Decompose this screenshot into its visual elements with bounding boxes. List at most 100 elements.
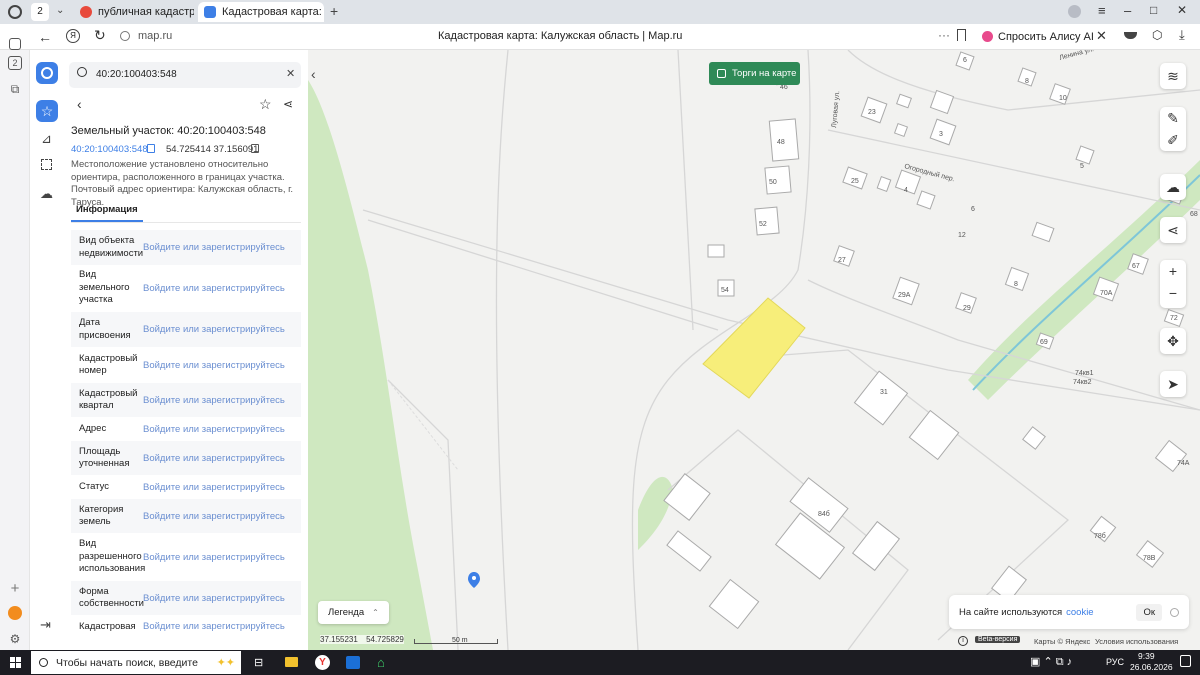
browser-sidebar: 2 ⧉ + ⚙ xyxy=(0,38,30,650)
location-description: Местоположение установлено относительно … xyxy=(71,159,294,208)
task-view-icon[interactable]: ⊟ xyxy=(254,656,263,669)
tab-counter[interactable]: 2 xyxy=(31,3,49,21)
login-link[interactable]: Войдите или зарегистрируйтесь xyxy=(143,511,285,522)
outlook-icon[interactable] xyxy=(346,656,360,669)
map-view[interactable]: 6 8 10 46 23 3 48 5 50 25 4 6 52 12 27 5… xyxy=(308,50,1200,650)
coordinates: 54.725414 37.156091 xyxy=(166,144,259,155)
search-input[interactable]: 40:20:100403:548 xyxy=(96,69,177,80)
tray-icons[interactable]: ▣ ⌃ ⧉ ♪ xyxy=(1030,655,1072,669)
login-link[interactable]: Войдите или зарегистрируйтесь xyxy=(143,283,285,294)
login-link[interactable]: Войдите или зарегистрируйтесь xyxy=(143,242,285,253)
windows-start-icon[interactable] xyxy=(10,657,21,668)
login-link[interactable]: Войдите или зарегистрируйтесь xyxy=(143,482,285,493)
login-link[interactable]: Войдите или зарегистрируйтесь xyxy=(143,593,285,604)
pan-button[interactable]: ✥ xyxy=(1160,328,1186,354)
explorer-icon[interactable] xyxy=(285,657,298,667)
clear-search-icon[interactable]: ✕ xyxy=(286,67,295,80)
torgi-button[interactable]: Торги на карте xyxy=(709,62,800,85)
mapru-logo-icon[interactable] xyxy=(36,62,58,84)
profile-icon[interactable] xyxy=(1068,5,1081,18)
history-icon[interactable] xyxy=(8,5,22,19)
copy-icon[interactable] xyxy=(147,144,155,153)
back-icon[interactable]: ← xyxy=(38,29,52,45)
legend-label: Легенда xyxy=(328,607,365,618)
taskbar-search[interactable]: Чтобы начать поиск, введите ✦✦ xyxy=(31,651,241,674)
object-panel: 40:20:100403:548 ✕ ‹ ☆ ⋖ Земельный участ… xyxy=(63,50,308,650)
upload-button[interactable]: ☁ xyxy=(1160,174,1186,200)
row-label: Площадь уточненная xyxy=(79,445,130,470)
login-link[interactable]: Войдите или зарегистрируйтесь xyxy=(143,552,285,563)
bookmark-icon[interactable] xyxy=(957,29,966,41)
home-app-icon[interactable]: ⌂ xyxy=(377,655,385,670)
site-info-icon[interactable] xyxy=(120,31,130,41)
back-arrow-icon[interactable]: ‹ xyxy=(77,96,82,112)
reader-icon[interactable] xyxy=(1124,32,1137,39)
close-cookie-icon[interactable] xyxy=(1170,607,1179,617)
tab-cadastral-map[interactable]: Кадастровая карта: Ка ✕ xyxy=(198,2,324,22)
login-link[interactable]: Войдите или зарегистрируйтесь xyxy=(143,360,285,371)
extensions-icon[interactable]: ⬡ xyxy=(1152,28,1162,42)
media-icon[interactable]: ⧉ xyxy=(7,81,23,97)
login-link[interactable]: Войдите или зарегистрируйтесь xyxy=(143,424,285,435)
share-icon[interactable]: ⋖ xyxy=(283,97,293,111)
cloud-icon[interactable]: ☁ xyxy=(40,186,53,202)
ruler-button[interactable]: ✎ ✐ xyxy=(1160,107,1186,151)
copy-coords-icon[interactable] xyxy=(251,144,259,153)
zoom-control[interactable]: + − xyxy=(1160,260,1186,308)
map-canvas[interactable]: 6 8 10 46 23 3 48 5 50 25 4 6 52 12 27 5… xyxy=(308,50,1200,650)
collections-icon[interactable] xyxy=(9,38,21,50)
notification-icon[interactable] xyxy=(1180,655,1191,667)
row-label: Вид разрешенного использования xyxy=(79,538,146,575)
download-icon[interactable]: ⤓ xyxy=(1179,27,1185,43)
tab-information[interactable]: Информация xyxy=(71,204,143,222)
settings-icon[interactable]: ⚙ xyxy=(7,631,23,647)
alice-button[interactable]: Спросить Алису AI xyxy=(976,27,1100,46)
cookie-text: На сайте используются xyxy=(959,606,1063,618)
select-area-icon[interactable] xyxy=(41,159,52,170)
zen-icon[interactable] xyxy=(8,606,22,620)
info-row: Кадастровый квартал Войдите или зарегистр… xyxy=(71,383,301,417)
collapse-panel-icon[interactable]: ‹ xyxy=(311,66,316,82)
share-map-button[interactable]: ⋖ xyxy=(1160,217,1186,243)
cookie-ok-button[interactable]: Ок xyxy=(1136,603,1162,621)
cursor-lon: 37.155231 xyxy=(320,635,358,644)
minimize-icon[interactable]: – xyxy=(1124,3,1131,18)
add-icon[interactable]: + xyxy=(7,581,23,597)
login-link[interactable]: Войдите или зарегистрируйтесь xyxy=(143,324,285,335)
login-link[interactable]: Войдите или зарегистрируйтесь xyxy=(143,621,285,632)
terms-link[interactable]: Условия использования xyxy=(1095,637,1178,646)
row-label: Кадастровая xyxy=(79,621,136,632)
extension-icon[interactable]: ✕ xyxy=(1096,28,1107,44)
legend-button[interactable]: Легенда ⌃ xyxy=(318,601,389,624)
search-box[interactable]: 40:20:100403:548 ✕ xyxy=(69,62,301,88)
menu-icon[interactable]: ≡ xyxy=(1098,3,1106,18)
favorite-star-icon[interactable]: ☆ xyxy=(259,96,272,113)
clock-time[interactable]: 9:39 xyxy=(1138,651,1155,661)
tab-count-icon[interactable]: 2 xyxy=(8,56,22,70)
tab-public-cadastral[interactable]: публичная кадастровая к xyxy=(74,2,194,22)
object-title: Земельный участок: 40:20:100403:548 xyxy=(71,125,266,137)
yandex-browser-icon[interactable]: Y xyxy=(315,655,330,670)
close-window-icon[interactable]: ✕ xyxy=(1177,3,1187,17)
url-field[interactable]: map.ru xyxy=(138,30,172,42)
layers-icon[interactable]: ⊿ xyxy=(41,131,52,147)
login-icon[interactable]: ⇥ xyxy=(40,617,51,633)
cadastral-number-link[interactable]: 40:20:100403:548 xyxy=(71,144,148,155)
layers-button[interactable]: ≋ xyxy=(1160,63,1186,89)
login-link[interactable]: Войдите или зарегистрируйтесь xyxy=(143,453,285,464)
yandex-favicon-icon xyxy=(80,6,92,18)
scale-label: 50 m xyxy=(452,637,468,644)
reload-icon[interactable]: ↻ xyxy=(94,27,106,44)
locate-button[interactable]: ➤ xyxy=(1160,371,1186,397)
info-icon[interactable]: i xyxy=(958,636,968,646)
login-link[interactable]: Войдите или зарегистрируйтесь xyxy=(143,395,285,406)
language-indicator[interactable]: РУС xyxy=(1106,657,1124,667)
maximize-icon[interactable]: □ xyxy=(1150,3,1157,17)
favorites-icon[interactable]: ☆ xyxy=(36,100,58,122)
yandex-icon[interactable]: Я xyxy=(66,29,80,43)
cookie-link[interactable]: cookie xyxy=(1066,607,1093,618)
more-icon[interactable]: ··· xyxy=(938,28,950,42)
clock-date[interactable]: 26.06.2026 xyxy=(1130,662,1173,672)
chevron-down-icon[interactable]: ⌄ xyxy=(56,5,64,16)
new-tab-button[interactable]: + xyxy=(330,3,338,19)
